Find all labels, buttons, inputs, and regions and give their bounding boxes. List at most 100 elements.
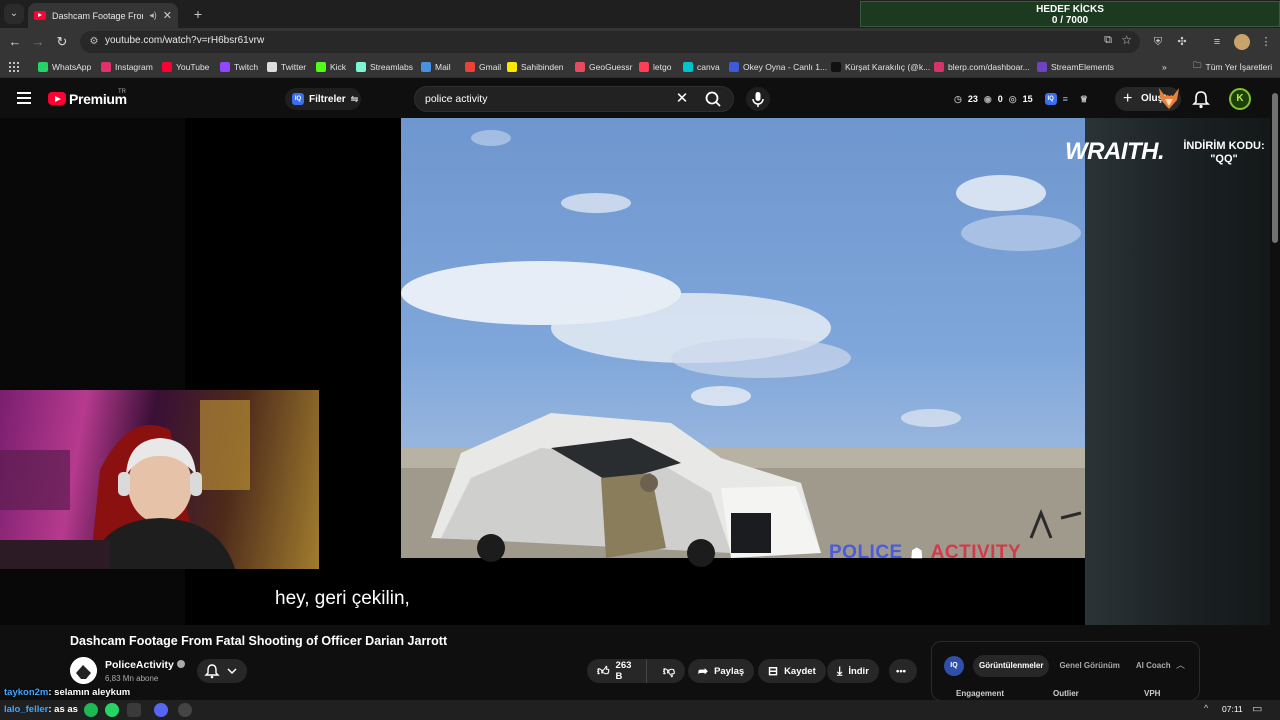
stream-goal-overlay: HEDEF KİCKS 0 / 7000 xyxy=(860,1,1280,27)
download-button[interactable]: ⤓ İndir xyxy=(827,659,879,683)
tab-overview[interactable]: Genel Görünüm xyxy=(1053,655,1125,677)
chrome-taskbar-icon[interactable] xyxy=(127,703,141,717)
tab-views[interactable]: Görüntülenmeler xyxy=(973,655,1050,677)
bookmark-item[interactable]: Instagram xyxy=(101,60,153,74)
filters-label: Filtreler xyxy=(309,93,346,105)
install-app-icon[interactable]: ⧉ xyxy=(1104,34,1112,47)
share-arrow-icon: ➦ xyxy=(698,664,709,678)
bookmark-item[interactable]: letgo xyxy=(639,60,671,74)
bookmark-item[interactable]: Streamlabs xyxy=(356,60,413,74)
page-scrollbar[interactable] xyxy=(1270,79,1280,700)
save-button[interactable]: ⊟ Kaydet xyxy=(758,659,826,683)
bookmark-item[interactable]: Mail xyxy=(421,60,451,74)
chat-text: : selamın aleykum xyxy=(48,687,131,698)
search-query[interactable]: police activity xyxy=(425,93,487,105)
bookmark-item[interactable]: GeoGuessr xyxy=(575,60,632,74)
address-bar[interactable]: ⚙ youtube.com/watch?v=rH6bsr61vrw ⧉ ☆ xyxy=(80,31,1140,53)
reload-button[interactable]: ↻ xyxy=(52,32,72,52)
youtube-logo-icon[interactable] xyxy=(48,92,66,105)
video-player[interactable]: WRAITH. İNDİRİM KODU: "QQ" POLICE ☗ ACTI… xyxy=(0,118,1270,625)
bookmark-star-icon[interactable]: ☆ xyxy=(1121,33,1132,47)
bookmark-item[interactable]: Sahibinden xyxy=(507,60,564,74)
profile-avatar[interactable] xyxy=(1234,34,1250,50)
bookmark-favicon-icon xyxy=(575,62,585,72)
kebab-menu-icon[interactable]: ⋮ xyxy=(1258,34,1274,50)
save-label: Kaydet xyxy=(784,665,816,677)
bookmarks-overflow-icon[interactable]: » xyxy=(1162,60,1167,74)
back-button[interactable]: ← xyxy=(5,32,25,52)
tray-chevron-icon[interactable]: ^ xyxy=(1204,703,1208,713)
address-url[interactable]: youtube.com/watch?v=rH6bsr61vrw xyxy=(105,35,264,46)
all-bookmarks-folder[interactable]: 🗀 Tüm Yer İşaretleri xyxy=(1193,60,1272,74)
bookmark-item[interactable]: Kürşat Karakılıç (@k... xyxy=(831,60,930,74)
bookmark-favicon-icon xyxy=(38,62,48,72)
bookmark-item[interactable]: StreamElements xyxy=(1037,60,1114,74)
filters-button[interactable]: IQ Filtreler ⇋ xyxy=(285,88,361,110)
subscription-bell-button[interactable] xyxy=(197,659,247,683)
channel-name[interactable]: PoliceActivity xyxy=(105,659,185,671)
bookmark-item[interactable]: Okey Oyna - Canlı 1... xyxy=(729,60,827,74)
new-tab-button[interactable]: + xyxy=(188,4,208,24)
bookmark-item[interactable]: WhatsApp xyxy=(38,60,91,74)
sliders-icon: ⇋ xyxy=(350,93,359,104)
bookmark-item[interactable]: YouTube xyxy=(162,60,209,74)
tab-search-button[interactable]: ⌄ xyxy=(4,4,24,24)
discord-taskbar-icon[interactable] xyxy=(154,703,168,717)
bookmark-item[interactable]: Gmail xyxy=(465,60,501,74)
bookmark-favicon-icon xyxy=(316,62,326,72)
scrollbar-thumb[interactable] xyxy=(1272,93,1278,243)
bookmark-item[interactable]: Kick xyxy=(316,60,346,74)
more-dots-icon: ••• xyxy=(896,665,906,677)
bookmark-item[interactable]: Twitch xyxy=(220,60,258,74)
badge-icon[interactable]: ♕ xyxy=(1080,94,1088,105)
whatsapp-taskbar-icon[interactable] xyxy=(105,703,119,717)
bookmark-item[interactable]: Twitter xyxy=(267,60,306,74)
browser-tab-active[interactable]: Dashcam Footage From Fatal Shooting of O… xyxy=(28,3,178,28)
notification-center-icon[interactable]: ▭ xyxy=(1252,702,1262,715)
tab-ai-coach[interactable]: AI Coach xyxy=(1130,655,1177,677)
sponsor-code: İNDİRİM KODU: "QQ" xyxy=(1174,140,1270,166)
site-info-icon[interactable]: ⚙ xyxy=(86,34,102,50)
hamburger-menu-icon[interactable] xyxy=(17,92,31,104)
bookmark-label: Okey Oyna - Canlı 1... xyxy=(743,62,828,72)
all-bookmarks-label: Tüm Yer İşaretleri xyxy=(1205,62,1273,72)
search-icon[interactable] xyxy=(702,90,724,108)
media-control-icon[interactable]: ≡ xyxy=(1209,34,1225,50)
clear-search-icon[interactable]: ✕ xyxy=(673,90,691,108)
column-vph: VPH xyxy=(1144,689,1161,698)
channel-name-text[interactable]: PoliceActivity xyxy=(105,659,174,671)
account-avatar[interactable]: K xyxy=(1229,88,1251,110)
spotify-icon[interactable] xyxy=(84,703,98,717)
bookmarks-bar: WhatsApp Instagram YouTube Twitch Twitter Kic… xyxy=(0,56,1280,78)
taskbar-clock[interactable]: 07:11 xyxy=(1222,704,1243,714)
bookmark-label: StreamElements xyxy=(1051,62,1114,72)
bookmark-item[interactable]: canva xyxy=(683,60,720,74)
apps-grid-icon[interactable] xyxy=(8,61,19,72)
tab-close-icon[interactable]: ✕ xyxy=(163,9,172,22)
dislike-button[interactable]: 👎︎ xyxy=(653,664,685,679)
channel-logo-icon xyxy=(70,657,97,684)
column-engagement: Engagement xyxy=(956,689,1005,698)
chat-user: taykon2m xyxy=(4,687,49,698)
iq-extension-icon[interactable]: IQ xyxy=(1044,93,1057,105)
bookmark-favicon-icon xyxy=(421,62,431,72)
shield-extension-icon[interactable]: ⛨ xyxy=(1150,34,1166,50)
channel-avatar[interactable] xyxy=(70,657,97,684)
goal-value: 0 / 7000 xyxy=(1051,15,1089,26)
search-input[interactable]: police activity ✕ xyxy=(414,86,734,112)
notifications-bell-icon[interactable] xyxy=(1190,88,1212,110)
forward-button[interactable]: → xyxy=(28,32,48,52)
speaker-icon[interactable]: ◂) xyxy=(149,10,157,21)
bookmark-item[interactable]: blerp.com/dashboar... xyxy=(934,60,1030,74)
bookmark-favicon-icon xyxy=(729,62,739,72)
list-icon[interactable]: ≡ xyxy=(1063,94,1068,104)
share-button[interactable]: ➦ Paylaş xyxy=(688,659,755,683)
collapse-chevron-icon[interactable]: ︿ xyxy=(1176,658,1185,671)
puzzle-extension-icon[interactable]: ✣ xyxy=(1174,34,1190,50)
like-button[interactable]: 👍︎ 263 B xyxy=(587,659,647,683)
youtube-header: Premium TR IQ Filtreler ⇋ police activit… xyxy=(0,79,1280,119)
subscriber-count: 6,83 Mn abone xyxy=(105,674,159,683)
more-actions-button[interactable]: ••• xyxy=(889,659,917,683)
obs-taskbar-icon[interactable] xyxy=(178,703,192,717)
microphone-icon[interactable] xyxy=(746,87,770,111)
